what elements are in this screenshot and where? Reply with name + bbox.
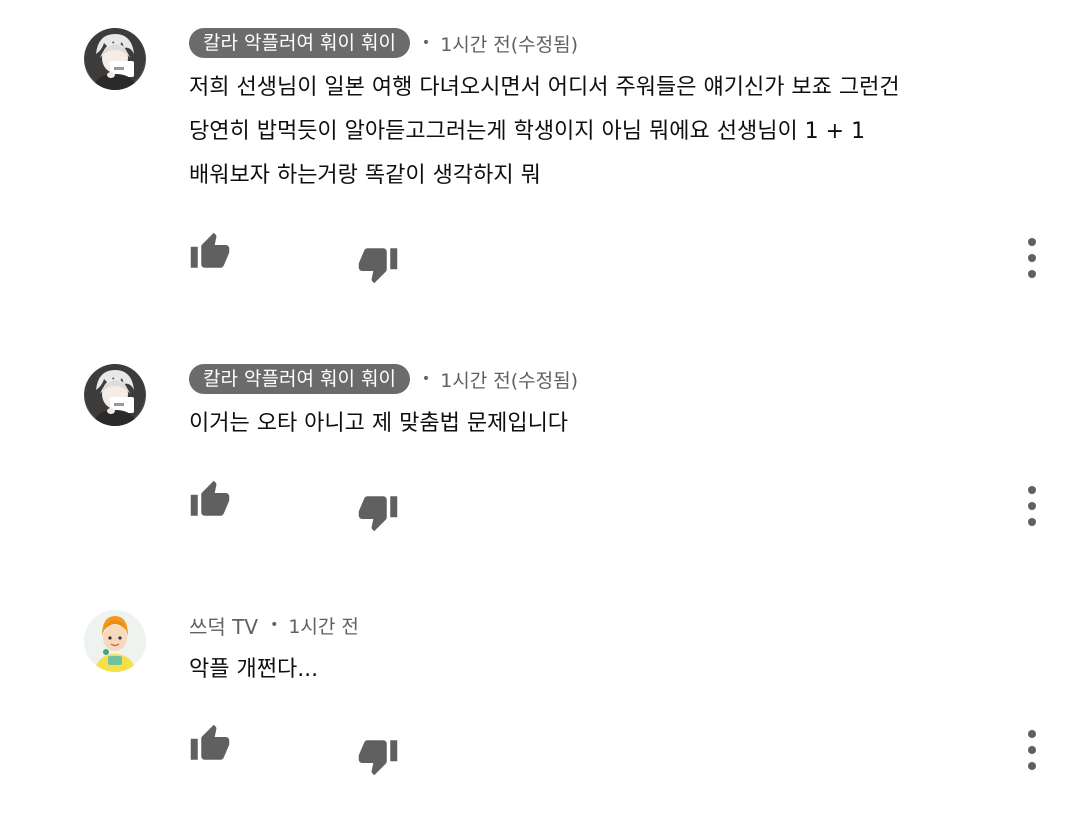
thumb-down-icon: [358, 248, 398, 284]
separator-dot: •: [421, 35, 431, 51]
thumb-down-icon: [358, 740, 398, 776]
comment-text-line: 당연히 밥먹듯이 알아듣고그러는게 학생이지 아님 뭐에요 선생님이 1 + 1: [189, 119, 866, 144]
dislike-button[interactable]: [356, 490, 400, 534]
comment-text: 저희 선생님이 일본 여행 다녀오시면서 어디서 주워들은 얘기신가 보죠 그런…: [189, 66, 1049, 198]
thumb-down-icon: [358, 496, 398, 532]
like-button[interactable]: [188, 478, 232, 522]
comment-timestamp[interactable]: 1시간 전: [288, 612, 359, 639]
separator-dot: •: [421, 371, 431, 387]
dislike-button[interactable]: [356, 734, 400, 778]
author-name[interactable]: 쓰덕 TV: [189, 611, 258, 640]
like-button[interactable]: [188, 722, 232, 766]
cartoon-person-avatar-icon: [84, 610, 146, 672]
avatar[interactable]: [84, 364, 146, 426]
dislike-button[interactable]: [356, 242, 400, 286]
author-name[interactable]: 칼라 악플러여 훠이 훠이: [189, 28, 410, 58]
more-vertical-icon: [1028, 486, 1036, 494]
more-vertical-icon-dot: [1028, 518, 1036, 526]
more-vertical-icon-dot: [1028, 746, 1036, 754]
comment-header: 칼라 악플러여 훠이 훠이 • 1시간 전(수정됨): [189, 363, 578, 395]
more-options-button[interactable]: [1020, 730, 1044, 770]
avatar[interactable]: [84, 28, 146, 90]
comment-text-line: 저희 선생님이 일본 여행 다녀오시면서 어디서 주워들은 얘기신가 보죠 그런…: [189, 75, 900, 100]
more-vertical-icon-dot: [1028, 270, 1036, 278]
avatar[interactable]: [84, 610, 146, 672]
anime-character-avatar-icon: [84, 28, 146, 90]
more-vertical-icon: [1028, 238, 1036, 246]
anime-character-avatar-icon: [84, 364, 146, 426]
comment-text-line: 이거는 오타 아니고 제 맞춤법 문제입니다: [189, 411, 569, 436]
more-vertical-icon-dot: [1028, 762, 1036, 770]
comment-timestamp[interactable]: 1시간 전(수정됨): [440, 30, 578, 57]
like-button[interactable]: [188, 230, 232, 274]
comment-text: 이거는 오타 아니고 제 맞춤법 문제입니다: [189, 402, 1049, 446]
comment-header: 칼라 악플러여 훠이 훠이 • 1시간 전(수정됨): [189, 27, 578, 59]
comment-text-line: 배워보자 하는거랑 똑같이 생각하지 뭐: [189, 163, 541, 188]
more-options-button[interactable]: [1020, 238, 1044, 278]
comment-text-line: 악플 개쩐다...: [189, 657, 319, 682]
more-vertical-icon: [1028, 730, 1036, 738]
thumb-up-icon: [190, 480, 230, 516]
separator-dot: •: [270, 617, 279, 633]
comment-header: 쓰덕 TV • 1시간 전: [189, 609, 359, 641]
comment-text: 악플 개쩐다...: [189, 648, 1049, 692]
more-vertical-icon-dot: [1028, 254, 1036, 262]
author-name[interactable]: 칼라 악플러여 훠이 훠이: [189, 364, 410, 394]
comment-timestamp[interactable]: 1시간 전(수정됨): [440, 366, 578, 393]
more-options-button[interactable]: [1020, 486, 1044, 526]
more-vertical-icon-dot: [1028, 502, 1036, 510]
thumb-up-icon: [190, 724, 230, 760]
thumb-up-icon: [190, 232, 230, 268]
